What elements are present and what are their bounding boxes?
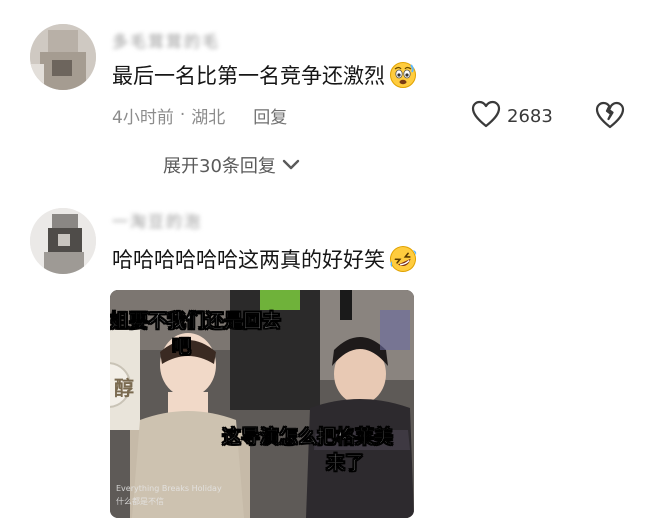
username-commenter-2[interactable]: 一淘豆的泡 xyxy=(112,208,202,232)
worried-face-emoji xyxy=(389,61,417,89)
comment-body-2: 哈哈哈哈哈哈这两真的好好笑 xyxy=(112,248,385,272)
comment-time: 4小时前 xyxy=(112,107,174,128)
reply-button[interactable]: 回复 xyxy=(253,103,287,128)
like-count: 2683 xyxy=(507,105,553,127)
comment-text-1: 最后一名比第一名竞争还激烈 xyxy=(112,60,417,90)
username-commenter-1[interactable]: 多毛茸茸的毛 xyxy=(112,28,220,52)
meme-sign-character: 醇 xyxy=(114,376,134,400)
expand-replies-label: 展开30条回复 xyxy=(163,156,276,177)
avatar-commenter-1[interactable] xyxy=(30,24,96,90)
expand-replies-button[interactable]: 展开30条回复 xyxy=(163,152,300,178)
like-button[interactable]: 2683 xyxy=(471,100,553,132)
comment-text-2: 哈哈哈哈哈哈这两真的好好笑 xyxy=(112,244,417,274)
meme-caption-bottom-cont: 来了 xyxy=(326,452,365,475)
comment-location: 湖北 xyxy=(191,107,226,128)
meme-watermark-line-1: Everything Breaks Holiday xyxy=(116,484,222,493)
rolling-laughing-emoji xyxy=(389,245,417,273)
meme-caption-top: 姐要不我们还是回去 xyxy=(110,310,282,333)
chevron-down-icon xyxy=(276,155,300,176)
meme-image[interactable]: 姐要不我们还是回去 吧 这导演怎么把格莱美 来了 醇 Everything Br… xyxy=(110,290,414,518)
heart-icon xyxy=(471,100,501,132)
meme-watermark-line-2: 什么都是不信 xyxy=(116,497,164,506)
dislike-button[interactable] xyxy=(594,100,626,130)
meta-separator: · xyxy=(179,105,186,125)
comment-meta-1: 4小时前 · 湖北 回复 xyxy=(112,102,287,128)
meme-caption-bottom: 这导演怎么把格莱美 xyxy=(222,426,394,449)
comment-body-1: 最后一名比第一名竞争还激烈 xyxy=(112,64,385,88)
avatar-commenter-2[interactable] xyxy=(30,208,96,274)
meme-caption-top-cont: 吧 xyxy=(172,336,192,359)
broken-heart-icon xyxy=(594,101,626,134)
